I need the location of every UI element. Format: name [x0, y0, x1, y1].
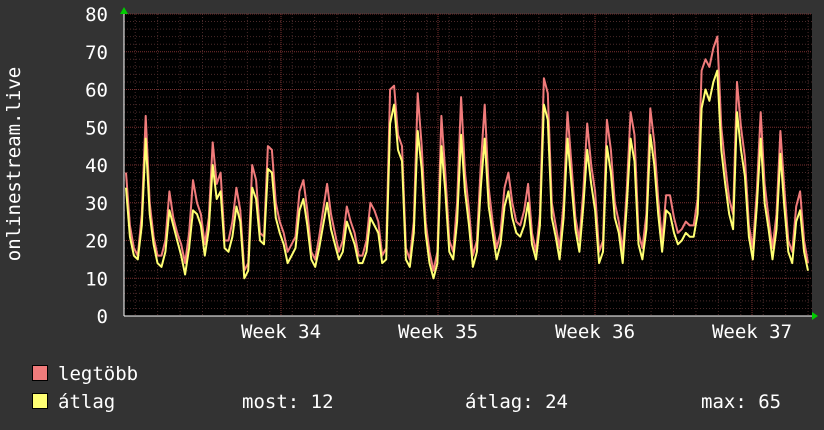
legend-item-legtobb: legtöbb	[32, 364, 138, 384]
y-tick-label: 40	[85, 155, 108, 177]
x-tick-labels: Week 34 Week 35 Week 36 Week 37	[241, 321, 792, 343]
stat-most-value: 12	[310, 391, 334, 413]
legend-label-legtobb: legtöbb	[58, 363, 139, 385]
y-axis-label: onlinestream.live	[3, 67, 25, 261]
y-tick-label: 80	[85, 4, 108, 26]
legend-item-atlag: átlag	[32, 392, 115, 412]
stat-max-label: max:	[701, 391, 747, 413]
x-tick-label: Week 34	[241, 321, 321, 343]
legend-swatch-legtobb	[32, 365, 48, 381]
legend-swatch-atlag	[32, 393, 48, 409]
stat-atlag-value: 24	[545, 391, 568, 413]
y-tick-label: 70	[85, 42, 108, 64]
y-tick-label: 0	[97, 306, 108, 328]
y-tick-labels: 0 10 20 30 40 50 60 70 80	[85, 4, 108, 328]
stat-max-value: 65	[758, 391, 782, 413]
x-tick-label: Week 37	[712, 321, 792, 343]
y-tick-label: 50	[85, 117, 108, 139]
stat-most-label: most:	[242, 391, 300, 413]
legend-label-atlag: átlag	[58, 391, 116, 413]
x-tick-label: Week 35	[398, 321, 478, 343]
x-axis-arrow-icon	[812, 312, 818, 320]
x-tick-label: Week 36	[555, 321, 635, 343]
stat-atlag-label: átlag:	[465, 391, 534, 413]
stat-most: most: 12	[242, 392, 334, 412]
y-tick-label: 20	[85, 231, 108, 253]
stat-max: max: 65	[701, 392, 781, 412]
y-tick-label: 60	[85, 80, 108, 102]
y-tick-label: 30	[85, 193, 108, 215]
y-tick-label: 10	[85, 268, 108, 290]
stat-atlag: átlag: 24	[465, 392, 568, 412]
y-axis-arrow-icon	[120, 7, 128, 14]
